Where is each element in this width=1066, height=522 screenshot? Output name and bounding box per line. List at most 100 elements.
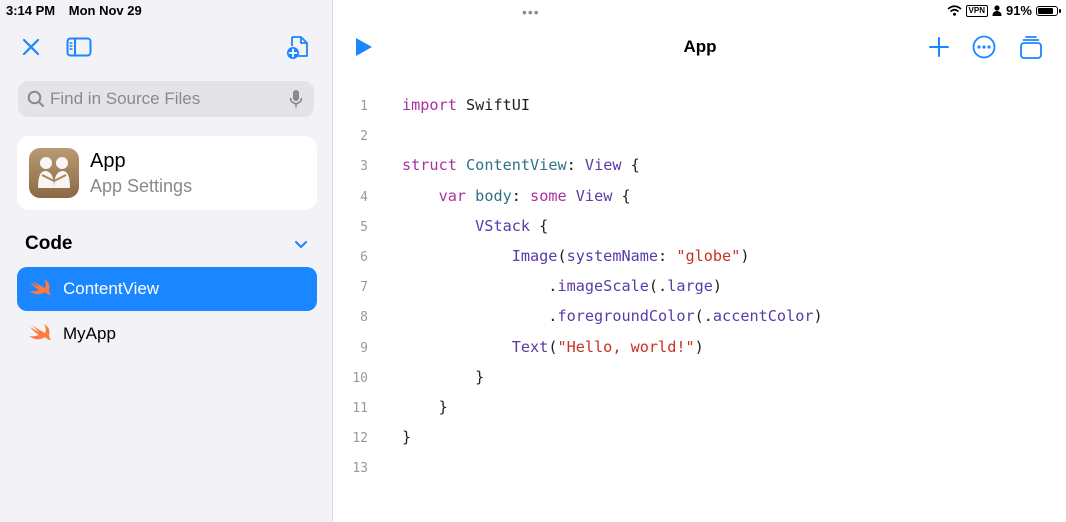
app-icon <box>29 148 79 198</box>
line-number: 2 <box>360 129 368 145</box>
code-token: systemName <box>566 247 659 265</box>
plus-icon <box>929 37 949 57</box>
code-line[interactable]: 12} <box>334 428 1066 458</box>
person-icon <box>992 5 1002 16</box>
more-options-button[interactable] <box>972 35 996 64</box>
line-number: 7 <box>360 280 368 296</box>
code-text: } <box>402 368 484 386</box>
code-token: import <box>402 96 457 114</box>
new-document-icon <box>287 36 308 59</box>
collapse-section-button[interactable] <box>293 238 309 256</box>
file-label: ContentView <box>63 279 160 298</box>
code-token: . <box>402 307 558 326</box>
code-line[interactable]: 11 } <box>334 398 1066 428</box>
code-line[interactable]: 10 } <box>334 368 1066 398</box>
code-token: . <box>402 277 558 296</box>
editor-pane: ••• VPN 91% App 1 import SwiftUI 2 3 str… <box>334 0 1066 522</box>
code-line[interactable]: 7 .imageScale(.large) <box>334 277 1066 307</box>
sidebar: 3:14 PM Mon Nov 29 Find in Source Files … <box>0 0 333 522</box>
code-token: } <box>402 398 448 416</box>
ellipsis-circle-icon <box>972 35 996 59</box>
code-line[interactable]: 3 struct ContentView: View { <box>334 156 1066 186</box>
code-line[interactable]: 5 VStack { <box>334 217 1066 247</box>
code-token: Text <box>511 337 549 356</box>
code-token: struct <box>402 156 457 175</box>
code-line[interactable]: 2 <box>334 126 1066 156</box>
status-date: Mon Nov 29 <box>68 3 142 18</box>
square-stack-icon <box>1020 36 1042 59</box>
code-token: ContentView <box>466 156 567 175</box>
line-number: 8 <box>360 310 368 326</box>
code-line[interactable]: 1 import SwiftUI <box>334 96 1066 126</box>
code-token: (. <box>648 277 668 296</box>
close-button[interactable] <box>21 37 41 62</box>
add-button[interactable] <box>928 36 950 63</box>
code-line[interactable]: 9 Text("Hello, world!") <box>334 338 1066 368</box>
app-icon-figures <box>38 157 70 188</box>
line-number: 13 <box>352 461 368 477</box>
code-token: } <box>402 367 485 386</box>
line-number: 9 <box>360 340 368 356</box>
code-line[interactable]: 13 <box>334 458 1066 488</box>
line-number: 3 <box>360 159 368 175</box>
code-token: "globe" <box>676 247 741 265</box>
code-text: struct ContentView: View { <box>402 156 640 174</box>
code-token: accentColor <box>712 307 814 326</box>
search-bar[interactable] <box>18 81 314 117</box>
status-bar-right: VPN 91% <box>946 3 1061 18</box>
microphone-icon[interactable] <box>289 89 303 109</box>
code-text: Text("Hello, world!") <box>402 338 704 356</box>
code-token: { <box>621 156 640 175</box>
file-item-contentview[interactable]: ContentView <box>17 267 317 311</box>
code-token: some <box>530 186 567 205</box>
section-title-code: Code <box>25 233 73 254</box>
battery-icon <box>1036 5 1061 16</box>
search-input[interactable] <box>50 81 290 117</box>
code-token: : <box>566 156 585 175</box>
code-token: ) <box>712 277 723 296</box>
code-token: imageScale <box>557 277 649 296</box>
code-token: var <box>438 186 467 205</box>
app-settings-card[interactable]: App App Settings <box>17 136 317 210</box>
swift-file-icon <box>29 324 51 340</box>
line-number: 6 <box>360 250 368 265</box>
code-token: foregroundColor <box>557 307 695 326</box>
code-token: SwiftUI <box>456 96 531 114</box>
line-number: 4 <box>360 189 368 205</box>
toggle-sidebar-button[interactable] <box>66 37 92 62</box>
battery-percent: 91% <box>1005 3 1032 18</box>
editor-title: App <box>683 37 717 56</box>
chevron-down-icon <box>295 241 307 248</box>
code-line[interactable]: 4 var body: some View { <box>334 187 1066 217</box>
multitasking-handle[interactable]: ••• <box>522 4 540 20</box>
code-token: : <box>511 186 531 205</box>
sidebar-icon <box>66 37 92 57</box>
search-icon <box>27 90 44 107</box>
code-line[interactable]: 6 Image(systemName: "globe") <box>334 247 1066 277</box>
line-number: 12 <box>352 431 368 447</box>
app-name: App <box>90 150 126 172</box>
close-icon <box>22 38 40 56</box>
code-line[interactable]: 8 .foregroundColor(.accentColor) <box>334 307 1066 337</box>
new-file-button[interactable] <box>286 34 312 65</box>
line-number: 10 <box>352 370 368 386</box>
code-text: .foregroundColor(.accentColor) <box>402 307 822 326</box>
code-text: var body: some View { <box>402 187 631 205</box>
file-item-myapp[interactable]: MyApp <box>17 312 317 356</box>
line-number: 5 <box>360 219 368 235</box>
library-button[interactable] <box>1019 35 1043 64</box>
code-token: "Hello, world!" <box>557 337 695 356</box>
code-text: .imageScale(.large) <box>402 277 722 295</box>
code-token: } <box>402 428 412 447</box>
code-token: VStack <box>475 216 531 235</box>
wifi-icon <box>946 5 962 16</box>
status-bar-left: 3:14 PM Mon Nov 29 <box>6 3 152 18</box>
code-token: body <box>475 186 512 205</box>
app-settings-subtitle: App Settings <box>90 176 193 196</box>
